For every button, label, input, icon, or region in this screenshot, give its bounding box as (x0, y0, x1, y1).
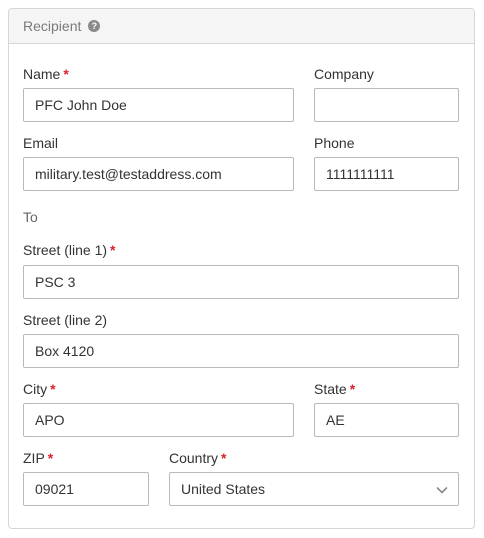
required-marker: * (47, 450, 54, 466)
street2-label: Street (line 2) (23, 312, 107, 328)
required-marker: * (50, 381, 56, 397)
zip-label: ZIP * (23, 450, 53, 466)
street2-input[interactable] (23, 334, 459, 368)
panel-title: Recipient (23, 18, 82, 34)
city-label: City * (23, 381, 56, 397)
phone-label: Phone (314, 135, 354, 151)
email-label-text: Email (23, 135, 59, 151)
phone-label-text: Phone (314, 135, 355, 151)
state-input[interactable] (314, 403, 459, 437)
company-input[interactable] (314, 88, 459, 122)
company-label: Company (314, 66, 374, 82)
name-label: Name * (23, 66, 69, 82)
question-circle-icon[interactable]: ? (88, 20, 101, 32)
city-label-text: City (23, 381, 48, 397)
zip-input[interactable] (23, 472, 149, 506)
name-label-text: Name (23, 66, 61, 82)
country-label-text: Country (169, 450, 219, 466)
street2-label-text: Street (line 2) (23, 312, 108, 328)
email-input[interactable] (23, 157, 294, 191)
zip-label-text: ZIP (23, 450, 45, 466)
phone-input[interactable] (314, 157, 459, 191)
city-input[interactable] (23, 403, 294, 437)
street1-input[interactable] (23, 265, 459, 299)
required-marker: * (221, 450, 227, 466)
to-section-label: To (23, 209, 38, 225)
state-label: State * (314, 381, 355, 397)
name-input[interactable] (23, 88, 294, 122)
required-marker: * (63, 66, 69, 82)
required-marker: * (110, 242, 116, 258)
state-label-text: State (314, 381, 347, 397)
street1-label-text: Street (line 1) (23, 242, 108, 258)
panel-header: Recipient ? (9, 9, 474, 44)
street1-label: Street (line 1) * (23, 242, 116, 258)
country-select-value: United States (181, 481, 266, 497)
required-marker: * (349, 381, 356, 397)
country-select[interactable]: United States (169, 472, 459, 506)
chevron-down-icon (436, 487, 448, 494)
company-label-text: Company (314, 66, 374, 82)
email-label: Email (23, 135, 58, 151)
country-label: Country * (169, 450, 226, 466)
